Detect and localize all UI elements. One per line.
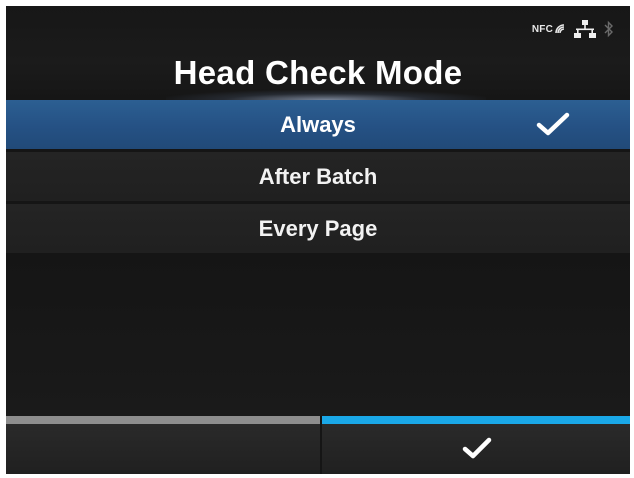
empty-list-area	[6, 256, 630, 416]
option-every-page[interactable]: Every Page	[6, 204, 630, 253]
nfc-indicator: NFC	[532, 23, 566, 35]
checkmark-icon	[536, 112, 570, 136]
status-bar: NFC	[532, 20, 614, 38]
network-icon	[574, 20, 596, 38]
softkey-left[interactable]	[6, 416, 320, 474]
option-always[interactable]: Always	[6, 100, 630, 149]
softkey-confirm[interactable]	[322, 416, 630, 474]
page-title: Head Check Mode	[173, 54, 463, 91]
printer-display: NFC Head Check Mode Always After Batch E…	[6, 6, 630, 474]
title-glow	[166, 90, 486, 100]
softkey-bar	[6, 416, 630, 474]
checkmark-icon	[462, 437, 492, 459]
nfc-icon	[555, 24, 565, 34]
option-after-batch[interactable]: After Batch	[6, 152, 630, 201]
options-list: Always After Batch Every Page	[6, 100, 630, 256]
bluetooth-icon	[604, 20, 613, 38]
option-label: Always	[280, 111, 356, 137]
nfc-label: NFC	[531, 23, 553, 35]
option-label: Every Page	[258, 215, 378, 241]
header: NFC Head Check Mode	[6, 6, 630, 100]
option-label: After Batch	[258, 163, 378, 189]
